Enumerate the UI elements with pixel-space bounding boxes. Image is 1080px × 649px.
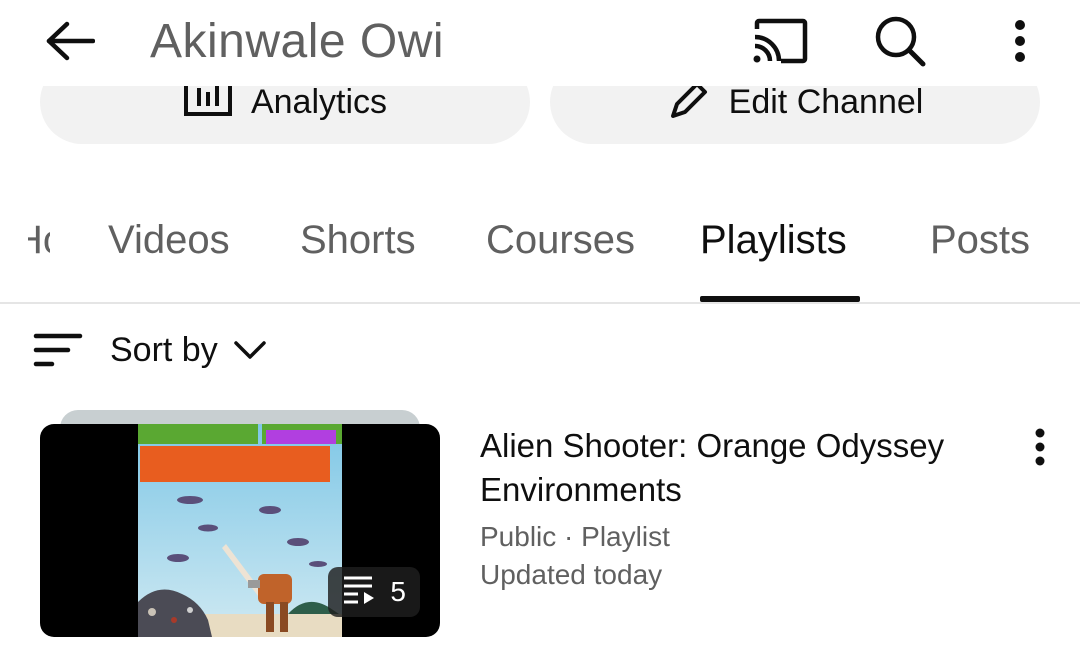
more-vert-icon bbox=[1034, 428, 1046, 471]
playlist-more-button[interactable] bbox=[1022, 426, 1058, 472]
channel-tabs: Home Videos Shorts Courses Playlists Pos… bbox=[0, 196, 1080, 304]
playlist-icon bbox=[342, 574, 376, 611]
cast-button[interactable] bbox=[748, 16, 812, 70]
search-icon bbox=[873, 14, 927, 73]
tab-shorts[interactable]: Shorts bbox=[300, 218, 416, 263]
tab-posts[interactable]: Posts bbox=[930, 218, 1030, 263]
cast-icon bbox=[751, 17, 809, 70]
back-button[interactable] bbox=[40, 18, 100, 68]
sort-label: Sort by bbox=[110, 330, 218, 369]
tab-courses[interactable]: Courses bbox=[486, 218, 635, 263]
playlist-updated: Updated today bbox=[480, 559, 663, 590]
tab-videos[interactable]: Videos bbox=[108, 218, 230, 263]
tab-playlists[interactable]: Playlists bbox=[700, 218, 847, 263]
meta-separator: · bbox=[564, 521, 574, 552]
playlist-visibility: Public bbox=[480, 521, 557, 552]
analytics-label: Analytics bbox=[250, 82, 388, 121]
channel-name: Akinwale Owi bbox=[150, 15, 445, 68]
playlist-meta: Public · Playlist Updated today bbox=[480, 518, 670, 594]
top-app-bar: Akinwale Owi bbox=[0, 0, 1080, 86]
selected-tab-indicator bbox=[700, 296, 860, 302]
playlist-title[interactable]: Alien Shooter: Orange Odyssey Environmen… bbox=[480, 424, 1000, 512]
tab-home[interactable]: Home bbox=[28, 218, 50, 263]
thumbnail-artwork bbox=[138, 424, 342, 637]
more-vert-icon bbox=[1013, 19, 1027, 68]
video-count-badge: 5 bbox=[328, 567, 420, 617]
edit-channel-label: Edit Channel bbox=[728, 82, 924, 121]
playlist-thumbnail[interactable]: 5 bbox=[40, 424, 440, 637]
playlist-type: Playlist bbox=[581, 521, 670, 552]
search-button[interactable] bbox=[868, 14, 932, 72]
more-options-button[interactable] bbox=[1000, 14, 1040, 72]
sort-control[interactable]: Sort by bbox=[30, 320, 268, 380]
chevron-down-icon bbox=[233, 333, 268, 367]
video-count: 5 bbox=[390, 576, 406, 607]
sort-icon bbox=[30, 328, 86, 372]
playlist-item[interactable]: 5 Alien Shooter: Orange Odyssey Environm… bbox=[40, 410, 1060, 640]
arrow-left-icon bbox=[45, 21, 96, 66]
